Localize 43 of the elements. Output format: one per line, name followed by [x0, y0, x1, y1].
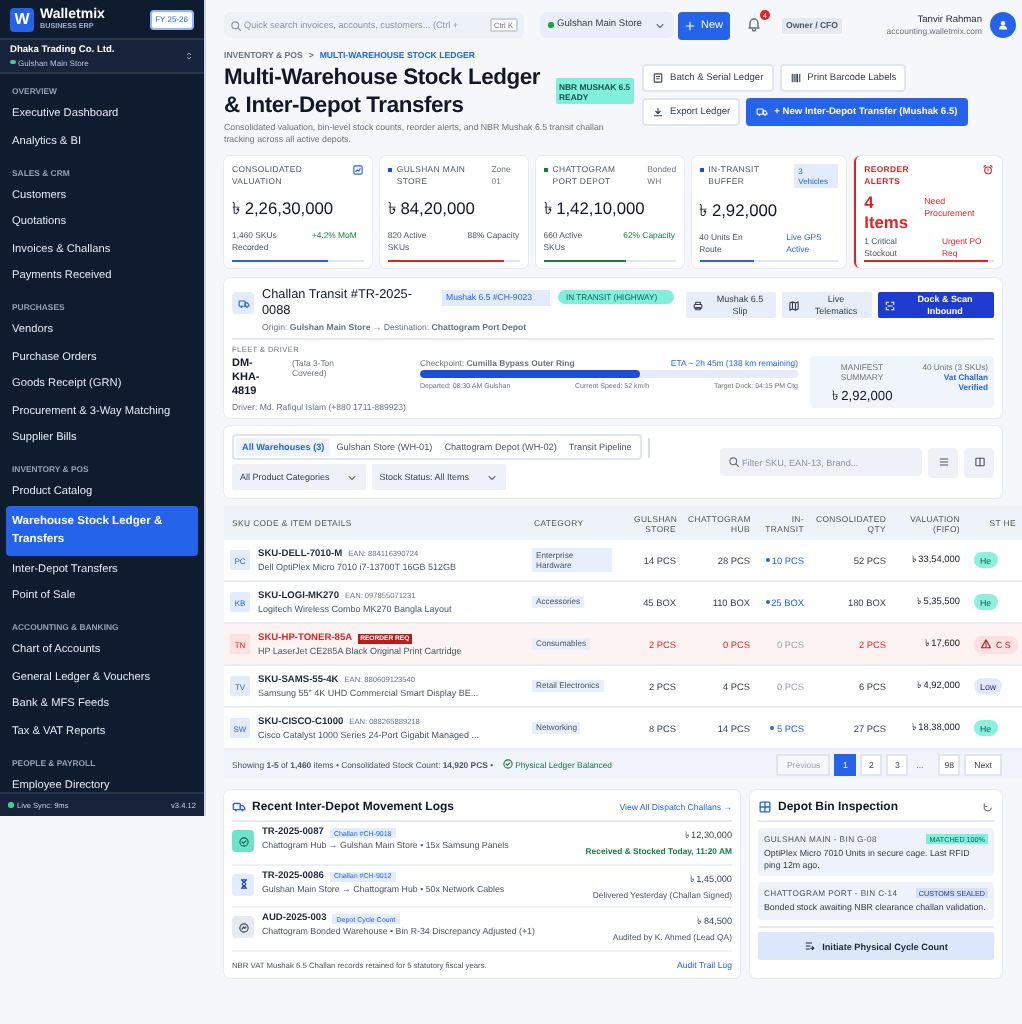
- card-value: 4 Items: [864, 192, 911, 232]
- map-icon: [788, 299, 800, 311]
- grid-icon: [758, 800, 772, 814]
- card-value: ৳ 2,26,30,000: [232, 196, 336, 222]
- search-icon: [728, 456, 740, 468]
- column-view-button[interactable]: [964, 447, 994, 477]
- printer-icon: [692, 299, 704, 311]
- truck-icon: [237, 297, 249, 309]
- card-value: ৳ 2,92,000: [699, 198, 780, 224]
- logo-mark: W: [10, 7, 34, 31]
- list-view-button[interactable]: [928, 447, 958, 477]
- chevron-icon: [654, 19, 666, 31]
- chevron-icon: [485, 471, 498, 483]
- check-icon: [501, 758, 514, 770]
- chart-icon: [351, 164, 364, 176]
- barcode-icon: [789, 72, 802, 84]
- check-icon: [237, 835, 249, 847]
- truck-icon: [232, 800, 246, 814]
- download-icon: [652, 106, 664, 118]
- card-value: ৳ 1,42,10,000: [543, 196, 647, 222]
- chevron-icon: [345, 471, 358, 483]
- warning-icon: [980, 638, 992, 650]
- plus-icon: [684, 19, 697, 31]
- gauge-icon: [237, 921, 249, 933]
- user-icon: [996, 18, 1010, 32]
- status-dot: [8, 802, 13, 808]
- hourglass-icon: [237, 878, 249, 890]
- avatar[interactable]: [990, 12, 1016, 38]
- notification-icon[interactable]: [746, 16, 762, 32]
- card-value: ৳ 84,20,000: [387, 196, 477, 222]
- refresh-icon[interactable]: [982, 801, 994, 813]
- alarm-icon: [982, 164, 994, 176]
- status-dot: [10, 59, 15, 65]
- updown-icon: [184, 50, 194, 62]
- list-icon: [937, 456, 949, 468]
- list-icon: [804, 940, 817, 952]
- search-icon: [230, 19, 242, 31]
- truck-icon: [756, 106, 769, 118]
- page-title: Multi-Warehouse Stock Ledger & Inter-Depot Transfers: [224, 64, 543, 120]
- status-dot: [548, 22, 553, 28]
- columns-icon: [973, 456, 985, 468]
- document-icon: [652, 72, 664, 84]
- scan-icon: [884, 299, 896, 311]
